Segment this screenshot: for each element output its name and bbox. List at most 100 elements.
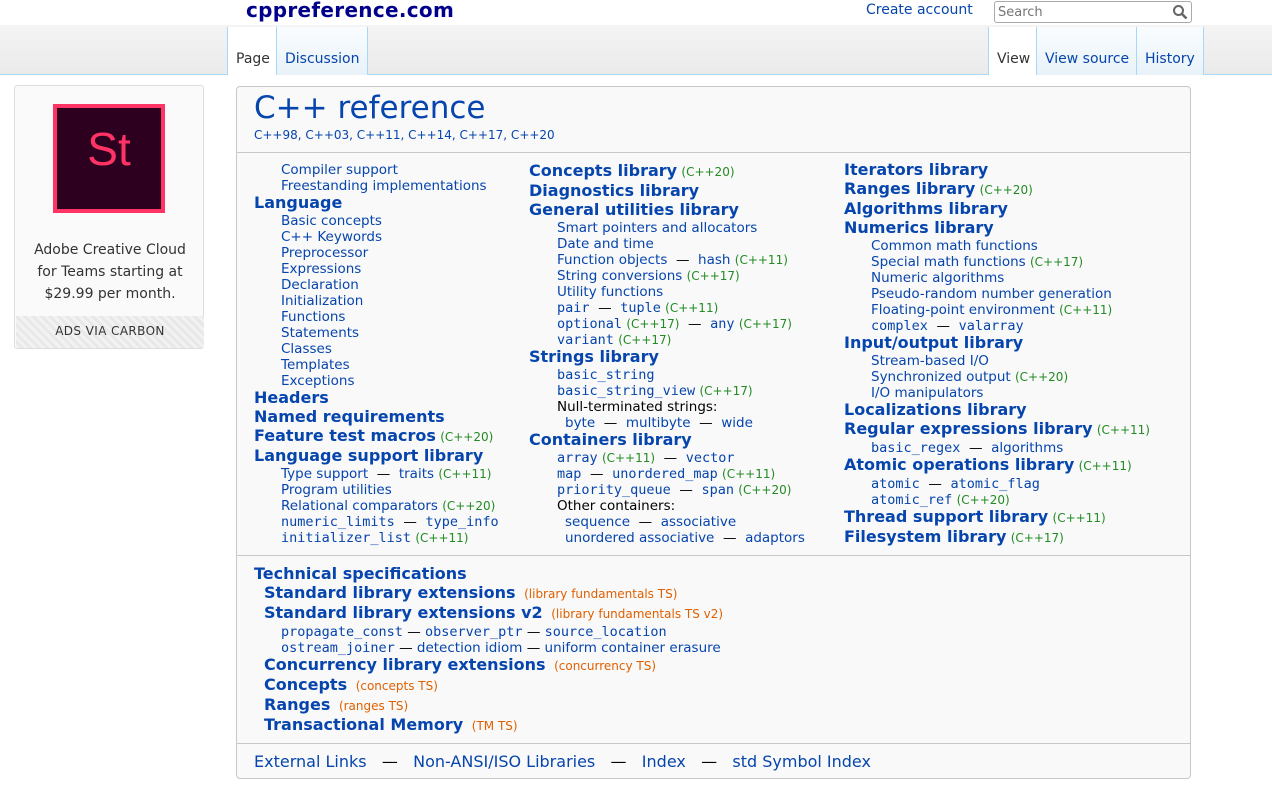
std-ext-v2-link[interactable]: Standard library extensions v2 — [264, 603, 543, 622]
concurrency-ext-link[interactable]: Concurrency library extensions — [264, 655, 545, 674]
tab-view-source[interactable]: View source — [1036, 27, 1138, 75]
ad-text[interactable]: Adobe Creative Cloud for Teams starting … — [25, 239, 195, 305]
std-symbol-index-link[interactable]: std Symbol Index — [732, 752, 871, 771]
concepts-heading-link[interactable]: Concepts library — [529, 161, 677, 180]
named-requirements-heading-link[interactable]: Named requirements — [254, 407, 445, 426]
external-links-link[interactable]: External Links — [254, 752, 367, 771]
atomic-ops-heading-link[interactable]: Atomic operations library — [844, 455, 1074, 474]
search-input[interactable] — [995, 2, 1165, 22]
containers-heading-link[interactable]: Containers library — [529, 430, 692, 449]
utility-functions-link[interactable]: Utility functions — [557, 284, 663, 300]
adobe-stock-logo-icon[interactable]: St — [53, 104, 165, 213]
filesystem-heading-link[interactable]: Filesystem library — [844, 527, 1006, 546]
page-title[interactable]: C++ reference — [254, 90, 485, 126]
variant-link[interactable]: variant — [557, 332, 614, 348]
tab-view[interactable]: View — [988, 27, 1039, 75]
wide-link[interactable]: wide — [721, 415, 753, 431]
non-ansi-link[interactable]: Non-ANSI/ISO Libraries — [413, 752, 595, 771]
floating-point-link[interactable]: Floating-point environment — [871, 302, 1055, 318]
observer-ptr-link[interactable]: observer_ptr — [425, 624, 523, 640]
pseudo-random-link[interactable]: Pseudo-random number generation — [871, 286, 1112, 302]
common-math-link[interactable]: Common math functions — [871, 238, 1038, 254]
relational-comparators-link[interactable]: Relational comparators — [281, 498, 438, 514]
type-support-link[interactable]: Type support — [281, 466, 368, 482]
byte-link[interactable]: byte — [565, 415, 595, 431]
ad-panel[interactable]: St Adobe Creative Cloud for Teams starti… — [14, 85, 204, 349]
priority-queue-link[interactable]: priority_queue — [557, 482, 671, 498]
pair-link[interactable]: pair — [557, 300, 590, 316]
localizations-heading-link[interactable]: Localizations library — [844, 400, 1027, 419]
transactional-memory-link[interactable]: Transactional Memory — [264, 715, 463, 734]
date-time-link[interactable]: Date and time — [557, 236, 654, 252]
source-location-link[interactable]: source_location — [545, 624, 667, 640]
std-ext-link[interactable]: Standard library extensions — [264, 583, 516, 602]
ads-via-carbon-link[interactable]: ADS VIA CARBON — [16, 316, 204, 348]
numeric-algorithms-link[interactable]: Numeric algorithms — [871, 270, 1004, 286]
language-item-link[interactable]: Templates — [281, 357, 350, 373]
standards-link[interactable]: C++98, C++03, C++11, C++14, C++17, C++20 — [254, 128, 555, 142]
type-info-link[interactable]: type_info — [425, 514, 498, 530]
unordered-map-link[interactable]: unordered_map — [612, 466, 718, 482]
propagate-const-link[interactable]: propagate_const — [281, 624, 403, 640]
search-icon[interactable] — [1172, 4, 1188, 20]
sequence-link[interactable]: sequence — [565, 514, 630, 530]
language-item-link[interactable]: Functions — [281, 309, 345, 325]
io-heading-link[interactable]: Input/output library — [844, 333, 1023, 352]
hash-link[interactable]: hash — [698, 252, 730, 268]
program-utilities-link[interactable]: Program utilities — [281, 482, 392, 498]
general-utilities-heading-link[interactable]: General utilities library — [529, 200, 739, 219]
regex-algorithms-link[interactable]: algorithms — [991, 440, 1063, 456]
tab-page[interactable]: Page — [227, 27, 278, 75]
index-link[interactable]: Index — [642, 752, 686, 771]
language-item-link[interactable]: Statements — [281, 325, 359, 341]
ranges-ts-link[interactable]: Ranges — [264, 695, 330, 714]
language-item-link[interactable]: Exceptions — [281, 373, 354, 389]
ostream-joiner-link[interactable]: ostream_joiner — [281, 640, 395, 656]
associative-link[interactable]: associative — [661, 514, 736, 530]
numerics-heading-link[interactable]: Numerics library — [844, 218, 994, 237]
span-link[interactable]: span — [701, 482, 734, 498]
detection-idiom-link[interactable]: detection idiom — [417, 640, 523, 656]
tab-history[interactable]: History — [1136, 27, 1204, 75]
language-item-link[interactable]: Declaration — [281, 277, 359, 293]
concepts-ts-link[interactable]: Concepts — [264, 675, 347, 694]
freestanding-link[interactable]: Freestanding implementations — [281, 178, 487, 194]
map-link[interactable]: map — [557, 466, 581, 482]
techspecs-heading-link[interactable]: Technical specifications — [254, 564, 467, 583]
language-item-link[interactable]: Basic concepts — [281, 213, 382, 229]
atomic-ref-link[interactable]: atomic_ref — [871, 492, 952, 508]
basic-regex-link[interactable]: basic_regex — [871, 440, 960, 456]
atomic-link[interactable]: atomic — [871, 476, 920, 492]
unordered-associative-link[interactable]: unordered associative — [565, 530, 714, 546]
language-item-link[interactable]: Expressions — [281, 261, 361, 277]
thread-support-heading-link[interactable]: Thread support library — [844, 507, 1048, 526]
string-conversions-link[interactable]: String conversions — [557, 268, 682, 284]
function-objects-link[interactable]: Function objects — [557, 252, 667, 268]
language-heading-link[interactable]: Language — [254, 193, 342, 212]
initializer-list-link[interactable]: initializer_list — [281, 530, 411, 546]
multibyte-link[interactable]: multibyte — [626, 415, 691, 431]
atomic-flag-link[interactable]: atomic_flag — [950, 476, 1039, 492]
valarray-link[interactable]: valarray — [959, 318, 1024, 334]
complex-link[interactable]: complex — [871, 318, 928, 334]
algorithms-heading-link[interactable]: Algorithms library — [844, 199, 1008, 218]
feature-test-macros-link[interactable]: Feature test macros — [254, 426, 436, 445]
optional-link[interactable]: optional — [557, 316, 622, 332]
iterators-heading-link[interactable]: Iterators library — [844, 160, 988, 179]
create-account-link[interactable]: Create account — [866, 2, 973, 18]
traits-link[interactable]: traits — [399, 466, 434, 482]
regex-heading-link[interactable]: Regular expressions library — [844, 419, 1093, 438]
synchronized-output-link[interactable]: Synchronized output — [871, 369, 1011, 385]
io-manipulators-link[interactable]: I/O manipulators — [871, 385, 983, 401]
diagnostics-heading-link[interactable]: Diagnostics library — [529, 181, 699, 200]
strings-heading-link[interactable]: Strings library — [529, 347, 659, 366]
site-logo-link[interactable]: cppreference.com — [246, 0, 454, 22]
tuple-link[interactable]: tuple — [620, 300, 661, 316]
numeric-limits-link[interactable]: numeric_limits — [281, 514, 395, 530]
stream-io-link[interactable]: Stream-based I/O — [871, 353, 989, 369]
array-link[interactable]: array — [557, 450, 598, 466]
basic-string-link[interactable]: basic_string — [557, 367, 655, 383]
uniform-container-erasure-link[interactable]: uniform container erasure — [545, 640, 721, 656]
language-item-link[interactable]: C++ Keywords — [281, 229, 382, 245]
smart-pointers-link[interactable]: Smart pointers and allocators — [557, 220, 757, 236]
